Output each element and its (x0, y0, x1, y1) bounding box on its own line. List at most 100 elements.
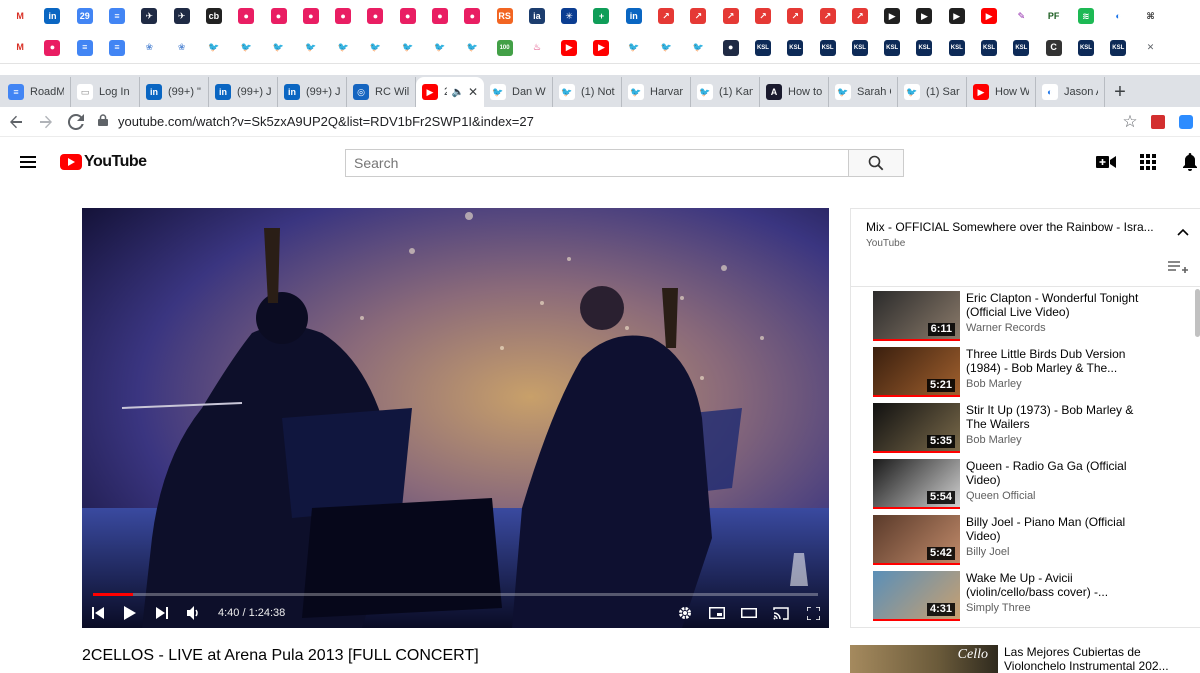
collapse-button[interactable] (1176, 225, 1190, 239)
bookmark-item[interactable]: ▶ (585, 32, 617, 64)
search-input[interactable] (345, 149, 848, 177)
bookmark-item[interactable]: 🐦 (456, 32, 488, 64)
bookmark-item[interactable]: KSL (811, 32, 843, 64)
bookmark-item[interactable]: 🐦 (327, 32, 359, 64)
bookmark-item[interactable]: 🐦 (295, 32, 327, 64)
bookmark-item[interactable]: ❀ (133, 32, 165, 64)
bookmark-item[interactable]: KSL (908, 32, 940, 64)
search-button[interactable] (848, 149, 904, 177)
playlist-item-title[interactable]: Billy Joel - Piano Man (Official Video) (966, 515, 1150, 543)
bookmark-item[interactable]: M (4, 32, 36, 64)
recommended-title[interactable]: Las Mejores Cubiertas de Violonchelo Ins… (1004, 645, 1194, 673)
bookmark-item[interactable]: KSL (747, 32, 779, 64)
playlist-item[interactable]: 5:42 Billy Joel - Piano Man (Official Vid… (851, 515, 1200, 571)
bookmark-item[interactable]: ● (392, 0, 424, 32)
bookmark-item[interactable]: ● (230, 0, 262, 32)
previous-button[interactable] (82, 599, 114, 627)
miniplayer-button[interactable] (701, 599, 733, 627)
bookmark-item[interactable]: 🐦 (198, 32, 230, 64)
video-player[interactable]: 4:40 / 1:24:38 (82, 208, 829, 628)
tab-how-w[interactable]: ▶ How W (967, 77, 1036, 107)
bookmark-item[interactable]: ≡ (101, 32, 133, 64)
tab-linkedin-2[interactable]: in (99+) J (209, 77, 278, 107)
bookmark-item[interactable]: ↗ (715, 0, 747, 32)
tab-linkedin-1[interactable]: in (99+) " (140, 77, 209, 107)
settings-button[interactable] (669, 599, 701, 627)
bookmark-item[interactable]: ≡ (101, 0, 133, 32)
tab-sarah-1[interactable]: 🐦 Sarah C (829, 77, 898, 107)
bookmark-item[interactable]: ↗ (779, 0, 811, 32)
back-button[interactable] (2, 108, 30, 136)
bookmark-item[interactable]: 🐦 (424, 32, 456, 64)
new-tab-button[interactable]: + (1105, 77, 1135, 107)
tab-roadm[interactable]: ≡ RoadM (2, 77, 71, 107)
bookmark-item[interactable]: ✈ (165, 0, 197, 32)
bookmark-item[interactable]: KSL (779, 32, 811, 64)
recommended-video[interactable]: Cello Las Mejores Cubiertas de Violonche… (850, 645, 1200, 673)
bookmark-item[interactable]: ia (521, 0, 553, 32)
save-playlist-button[interactable] (1168, 261, 1188, 277)
bookmark-item[interactable]: 100 (488, 32, 520, 64)
apps-button[interactable] (1138, 153, 1158, 171)
bookmark-item[interactable]: ≋ (1070, 0, 1102, 32)
bookmark-item[interactable]: 🐦 (359, 32, 391, 64)
fullscreen-button[interactable] (797, 599, 829, 627)
bookmark-item[interactable]: ≡ (69, 32, 101, 64)
bookmark-item[interactable]: ✳ (553, 0, 585, 32)
bookmark-item[interactable]: KSL (876, 32, 908, 64)
youtube-logo[interactable]: YouTube (60, 153, 147, 171)
bookmark-item[interactable]: 🐦 (682, 32, 714, 64)
tab-log-in[interactable]: ▭ Log In (71, 77, 140, 107)
playlist-item-title[interactable]: Queen - Radio Ga Ga (Official Video) (966, 459, 1150, 487)
bookmark-item[interactable]: ▶ (941, 0, 973, 32)
bookmark-item[interactable]: 🐦 (650, 32, 682, 64)
video-thumbnail[interactable]: 5:42 (873, 515, 960, 565)
bookmark-item[interactable]: ✎ (1005, 0, 1037, 32)
bookmark-item[interactable]: KSL (844, 32, 876, 64)
notifications-button[interactable] (1180, 153, 1200, 171)
bookmark-item[interactable]: ▶ (876, 0, 908, 32)
bookmark-item[interactable]: ↗ (650, 0, 682, 32)
video-thumbnail[interactable]: 5:54 (873, 459, 960, 509)
bookmark-item[interactable]: KSL (1005, 32, 1037, 64)
tab-linkedin-3[interactable]: in (99+) J (278, 77, 347, 107)
bookmark-item[interactable]: cb (198, 0, 230, 32)
bookmark-item[interactable]: ▶ (553, 32, 585, 64)
tab-how-to[interactable]: A How to (760, 77, 829, 107)
create-video-button[interactable] (1096, 153, 1116, 171)
playlist-item[interactable]: 5:54 Queen - Radio Ga Ga (Official Video)… (851, 459, 1200, 515)
playlist-item[interactable]: 5:35 Stir It Up (1973) - Bob Marley & The… (851, 403, 1200, 459)
bookmark-item[interactable]: KSL (1070, 32, 1102, 64)
cast-button[interactable] (765, 599, 797, 627)
video-thumbnail[interactable]: 4:31 (873, 571, 960, 621)
bookmark-item[interactable]: ❀ (165, 32, 197, 64)
bookmark-item[interactable]: ▶ (973, 0, 1005, 32)
progress-bar[interactable] (93, 593, 818, 596)
tab-sarah-2[interactable]: 🐦 (1) Sara (898, 77, 967, 107)
bookmark-item[interactable]: in (36, 0, 68, 32)
playlist-item[interactable]: 4:31 Wake Me Up - Avicii (violin/cello/ba… (851, 571, 1200, 627)
bookmark-item[interactable]: ● (262, 0, 294, 32)
bookmark-item[interactable]: ↗ (682, 0, 714, 32)
url-field[interactable]: youtube.com/watch?v=Sk5zxA9UP2Q&list=RDV… (98, 114, 1116, 129)
bookmark-item[interactable]: ↗ (747, 0, 779, 32)
tab-kam[interactable]: 🐦 (1) Kam (691, 77, 760, 107)
next-button[interactable] (146, 599, 178, 627)
bookmark-item[interactable]: M (4, 0, 36, 32)
play-button[interactable] (114, 599, 146, 627)
bookmark-item[interactable]: PF (1038, 0, 1070, 32)
tab-notifications[interactable]: 🐦 (1) Noti (553, 77, 622, 107)
bookmark-item[interactable]: 🐦 (262, 32, 294, 64)
bookmark-item[interactable]: ● (715, 32, 747, 64)
bookmark-item[interactable]: ✈ (133, 0, 165, 32)
playlist-item-title[interactable]: Stir It Up (1973) - Bob Marley & The Wai… (966, 403, 1150, 431)
playlist-scrollbar[interactable] (1195, 289, 1200, 337)
bookmark-item[interactable]: ● (36, 32, 68, 64)
bookmark-item[interactable]: 29 (69, 0, 101, 32)
bookmark-item[interactable]: ▶ (908, 0, 940, 32)
video-thumbnail[interactable]: 5:35 (873, 403, 960, 453)
bookmark-item[interactable]: 🐦 (392, 32, 424, 64)
bookmark-star-button[interactable]: ☆ (1116, 108, 1144, 136)
bookmark-item[interactable]: ● (424, 0, 456, 32)
playlist-item-title[interactable]: Eric Clapton - Wonderful Tonight (Offici… (966, 291, 1150, 319)
